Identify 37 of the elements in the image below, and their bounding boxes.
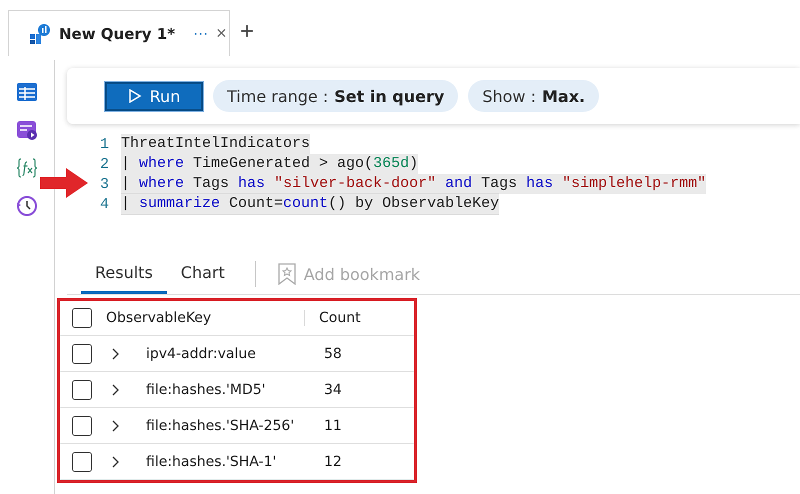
function-icon[interactable]: [15, 156, 39, 180]
table-cell: 11: [324, 418, 342, 434]
logo-icon: [29, 22, 51, 44]
time-range-button[interactable]: Time range : Set in query: [213, 80, 458, 112]
line-number: 2: [98, 156, 110, 172]
results-tab[interactable]: Results: [81, 254, 167, 294]
column-header[interactable]: ObservableKey: [106, 310, 305, 326]
table-cell: 34: [324, 382, 342, 398]
results-tab[interactable]: Chart: [166, 254, 239, 294]
row-checkbox[interactable]: [72, 380, 92, 400]
history-icon[interactable]: [15, 194, 39, 218]
tab-title: New Query 1*: [59, 24, 176, 42]
row-checkbox[interactable]: [72, 416, 92, 436]
play-icon: [128, 89, 142, 103]
column-header[interactable]: Count: [319, 310, 361, 326]
annotation-arrow: [40, 168, 88, 198]
table-cell: 12: [324, 454, 342, 470]
table-cell-text: file:hashes.'MD5': [146, 382, 266, 398]
row-checkbox[interactable]: [72, 344, 92, 364]
line-number: 4: [98, 196, 110, 212]
select-all-checkbox[interactable]: [72, 308, 92, 328]
more-button[interactable]: ···: [193, 25, 208, 42]
show-button[interactable]: Show : Max.: [468, 80, 600, 112]
table-cell-text: file:hashes.'SHA-256': [146, 418, 296, 434]
table-cell-text: ipv4-addr:value: [146, 346, 257, 362]
add-tab-button[interactable]: +: [240, 18, 254, 46]
run-button[interactable]: Run: [105, 82, 203, 110]
row-checkbox[interactable]: [72, 452, 92, 472]
table-cell: 58: [324, 346, 342, 362]
table-cell-text: file:hashes.'SHA-1': [146, 454, 278, 470]
close-button[interactable]: ×: [216, 23, 227, 44]
table-icon[interactable]: [15, 80, 39, 104]
query-tab[interactable]: New Query 1* ··· ×: [8, 10, 230, 56]
bookmark-icon: [278, 263, 296, 285]
video-icon[interactable]: [15, 118, 39, 142]
line-number: 3: [98, 176, 110, 192]
line-number: 1: [98, 136, 110, 152]
